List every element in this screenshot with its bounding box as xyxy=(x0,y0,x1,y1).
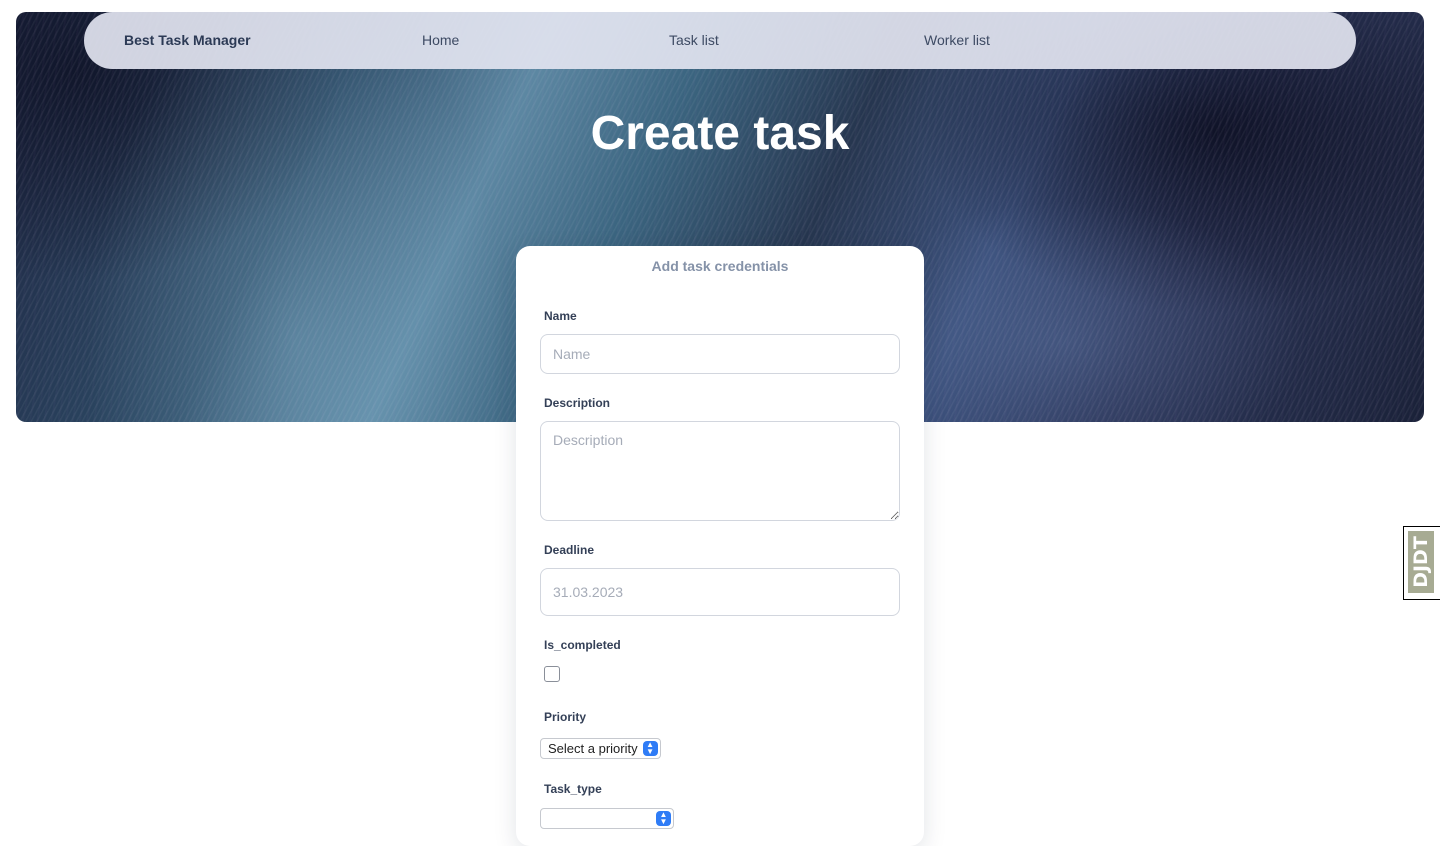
is-completed-checkbox[interactable] xyxy=(544,666,560,682)
django-debug-toolbar-handle[interactable]: DJDT xyxy=(1403,526,1440,600)
task-type-label: Task_type xyxy=(544,782,602,796)
page-title: Create task xyxy=(590,107,850,160)
chevron-up-down-icon: ▲ ▼ xyxy=(656,811,671,826)
name-input[interactable] xyxy=(540,334,900,374)
nav-item-task-list[interactable]: Task list xyxy=(669,12,719,69)
chevron-up-down-icon: ▲ ▼ xyxy=(642,741,658,756)
brand-link[interactable]: Best Task Manager xyxy=(124,12,251,69)
nav-item-worker-list[interactable]: Worker list xyxy=(924,12,990,69)
priority-select[interactable]: Select a priority ▲ ▼ xyxy=(540,738,661,759)
create-task-form: Add task credentials Name Description De… xyxy=(516,246,924,846)
form-heading: Add task credentials xyxy=(651,258,789,274)
deadline-label: Deadline xyxy=(544,543,595,557)
deadline-date-input[interactable]: 31.03.2023 xyxy=(540,568,900,616)
djdt-label: DJDT xyxy=(1410,536,1432,588)
name-label: Name xyxy=(544,309,577,323)
is-completed-label: Is_completed xyxy=(544,638,621,652)
priority-label: Priority xyxy=(544,710,587,724)
description-label: Description xyxy=(544,396,611,410)
nav-item-home[interactable]: Home xyxy=(422,12,459,69)
priority-select-value: Select a priority xyxy=(548,741,638,756)
top-navbar: Best Task Manager Home Task list Worker … xyxy=(84,12,1356,69)
description-textarea[interactable] xyxy=(540,421,900,521)
djdt-badge: DJDT xyxy=(1408,531,1434,593)
task-type-select[interactable]: ▲ ▼ xyxy=(540,808,674,829)
